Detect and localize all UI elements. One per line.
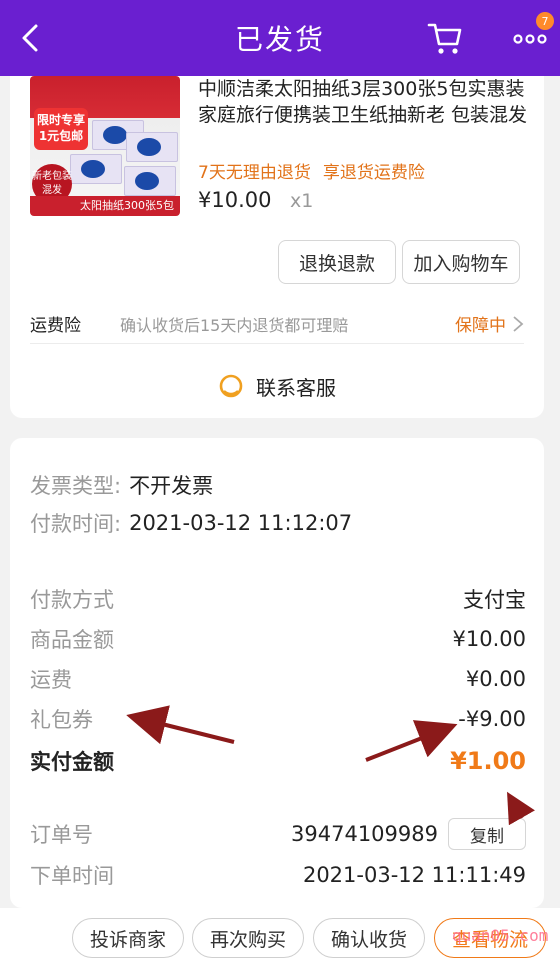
paid-amount-row: 实付金额 ¥1.00 xyxy=(30,746,526,776)
tissue-pack-image xyxy=(70,154,122,184)
product-card: 限时专享 1元包邮 新老包装 混发 太阳抽纸300张5包 中顺洁柔太阳抽纸3层3… xyxy=(10,76,544,418)
shipping-fee-value: ¥0.00 xyxy=(465,667,526,691)
coupon-label: 礼包券 xyxy=(30,708,93,732)
payment-method-row: 付款方式 支付宝 xyxy=(30,584,526,614)
paid-amount-value: ¥1.00 xyxy=(450,747,526,775)
invoice-type-row: 发票类型: 不开发票 xyxy=(30,470,526,500)
goods-amount-value: ¥10.00 xyxy=(452,627,526,651)
insurance-description: 确认收货后15天内退货都可理赔 xyxy=(120,315,349,335)
shipping-fee-label: 运费 xyxy=(30,668,72,692)
goods-amount-label: 商品金额 xyxy=(30,628,114,652)
chevron-right-icon xyxy=(513,315,524,332)
order-number-value: 39474109989 xyxy=(291,822,438,846)
tissue-pack-image xyxy=(126,132,178,162)
goods-amount-row: 商品金额 ¥10.00 xyxy=(30,624,526,654)
invoice-type-label: 发票类型: xyxy=(30,474,122,498)
invoice-type-value: 不开发票 xyxy=(129,474,214,498)
service-tags: 7天无理由退货 享退货运费险 xyxy=(198,158,437,183)
message-count-badge: 7 xyxy=(536,12,554,30)
add-to-cart-button[interactable]: 加入购物车 xyxy=(402,240,520,284)
payment-time-label: 付款时间: xyxy=(30,512,122,536)
order-time-row: 下单时间 2021-03-12 11:11:49 xyxy=(30,860,526,890)
customer-service-icon xyxy=(219,374,243,398)
page-title: 已发货 xyxy=(234,23,325,56)
order-number-group: 39474109989 复制 xyxy=(291,818,526,850)
insurance-label: 运费险 xyxy=(30,316,81,336)
order-details-card: 发票类型: 不开发票 付款时间: 2021-03-12 11:12:07 付款方… xyxy=(10,438,544,908)
return-policy-tag: 7天无理由退货 xyxy=(198,163,311,183)
order-time-value: 2021-03-12 11:11:49 xyxy=(302,863,526,887)
refund-button[interactable]: 退换退款 xyxy=(278,240,396,284)
top-nav-bar: 已发货 7 xyxy=(0,0,560,76)
complain-merchant-button[interactable]: 投诉商家 xyxy=(72,918,184,958)
copy-order-number-button[interactable]: 复制 xyxy=(448,818,526,850)
site-watermark: quan05.com xyxy=(452,926,549,945)
contact-customer-service-button[interactable]: 联系客服 xyxy=(10,362,544,410)
payment-method-value: 支付宝 xyxy=(463,588,526,612)
product-title[interactable]: 中顺洁柔太阳抽纸3层300张5包实惠装家庭旅行便携装卫生纸抽新老 包装混发 xyxy=(198,76,528,128)
payment-time-row: 付款时间: 2021-03-12 11:12:07 xyxy=(30,508,526,538)
thumbnail-bottom-label: 太阳抽纸300张5包 xyxy=(30,196,180,216)
shipping-insurance-row[interactable]: 运费险 确认收货后15天内退货都可理赔 保障中 xyxy=(30,304,524,344)
product-quantity: x1 xyxy=(290,190,314,212)
coupon-row: 礼包券 -¥9.00 xyxy=(30,704,526,734)
paid-amount-label: 实付金额 xyxy=(30,750,114,774)
contact-label: 联系客服 xyxy=(256,375,336,400)
insurance-status: 保障中 xyxy=(455,316,506,336)
coupon-value: -¥9.00 xyxy=(458,707,526,731)
thumbnail-promo-label: 限时专享 1元包邮 xyxy=(34,108,88,150)
product-thumbnail[interactable]: 限时专享 1元包邮 新老包装 混发 太阳抽纸300张5包 xyxy=(30,76,180,216)
order-number-label: 订单号 xyxy=(30,823,93,847)
tissue-pack-image xyxy=(124,166,176,196)
buy-again-button[interactable]: 再次购买 xyxy=(192,918,304,958)
shopping-cart-icon[interactable] xyxy=(426,20,464,56)
return-shipping-insurance-tag: 享退货运费险 xyxy=(322,163,425,183)
back-arrow-icon[interactable] xyxy=(14,20,50,56)
product-price: ¥10.00 xyxy=(198,188,272,212)
order-number-row: 订单号 39474109989 复制 xyxy=(30,818,526,850)
payment-time-value: 2021-03-12 11:12:07 xyxy=(129,511,353,535)
confirm-receipt-button[interactable]: 确认收货 xyxy=(313,918,425,958)
payment-method-label: 付款方式 xyxy=(30,588,114,612)
shipping-fee-row: 运费 ¥0.00 xyxy=(30,664,526,694)
order-time-label: 下单时间 xyxy=(30,864,114,888)
